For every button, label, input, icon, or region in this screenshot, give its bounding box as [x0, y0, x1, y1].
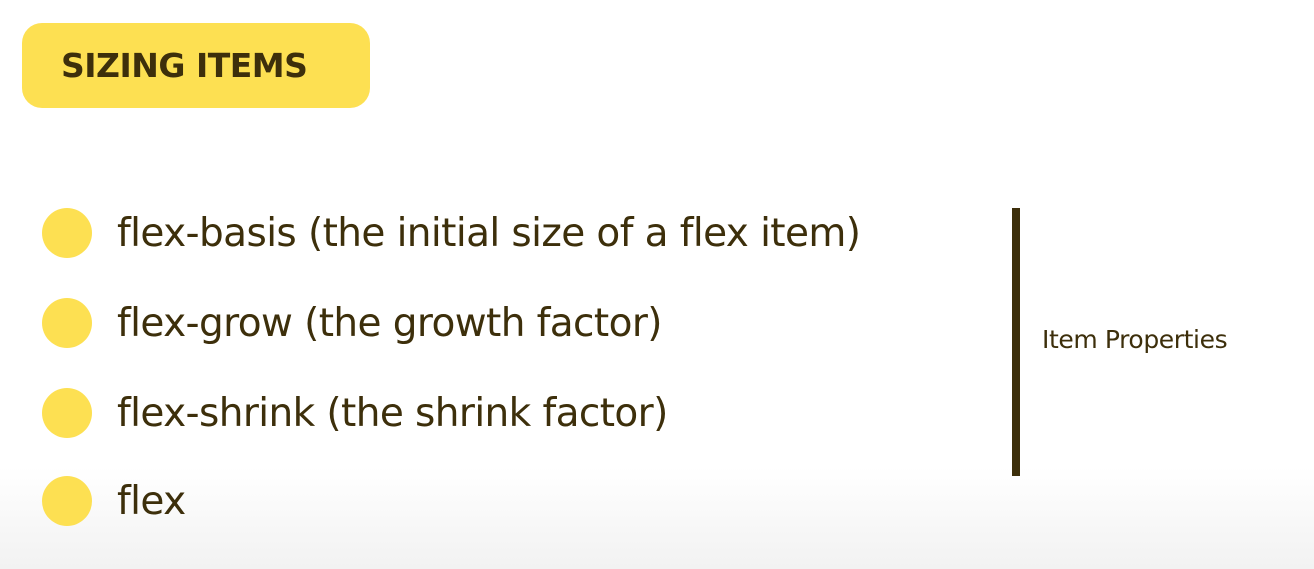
- title-badge: SIZING ITEMS: [22, 23, 370, 108]
- list-item: flex-shrink (the shrink factor): [42, 368, 668, 458]
- bullet-dot-icon: [42, 208, 92, 258]
- list-item: flex: [42, 456, 186, 546]
- group-bracket: [1012, 208, 1020, 476]
- list-item: flex-grow (the growth factor): [42, 278, 663, 368]
- list-item: flex-basis (the initial size of a flex i…: [42, 188, 861, 278]
- bullet-dot-icon: [42, 476, 92, 526]
- list-item-label: flex-grow (the growth factor): [117, 300, 663, 346]
- bullet-dot-icon: [42, 298, 92, 348]
- list-item-label: flex-shrink (the shrink factor): [117, 390, 668, 436]
- page-title: SIZING ITEMS: [61, 46, 308, 85]
- bullet-dot-icon: [42, 388, 92, 438]
- group-label: Item Properties: [1042, 325, 1228, 354]
- list-item-label: flex-basis (the initial size of a flex i…: [117, 210, 861, 256]
- list-item-label: flex: [117, 478, 186, 524]
